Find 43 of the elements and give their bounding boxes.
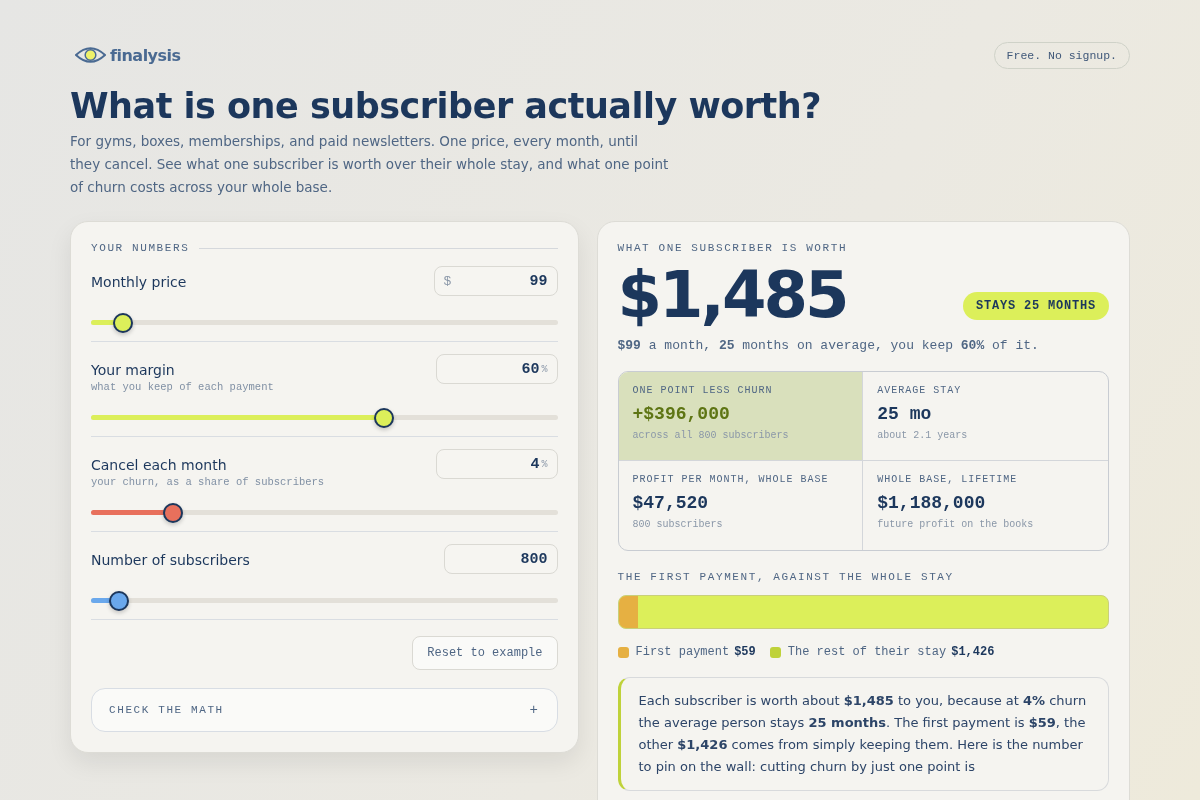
field-label: Monthly price [91, 274, 187, 290]
stat-note: about 2.1 years [877, 430, 969, 441]
section-heading: WHAT ONE SUBSCRIBER IS WORTH [617, 242, 849, 254]
section-heading: THE FIRST PAYMENT, AGAINST THE WHOLE STAY [617, 571, 955, 583]
field-hint: what you keep of each payment [91, 381, 274, 393]
legend-label: First payment [635, 645, 730, 659]
stat-value: $47,520 [632, 493, 710, 513]
field-label: Your margin [91, 362, 176, 378]
stat-value: $1,188,000 [877, 493, 987, 513]
slider-thumb[interactable] [373, 408, 394, 428]
stat-note: 800 subscribers [632, 519, 724, 530]
slider-thumb[interactable] [109, 591, 130, 611]
stat-label: WHOLE BASE, LIFETIME [877, 474, 1019, 485]
stat-note: future profit on the books [877, 519, 1035, 530]
brand-name[interactable]: finalysis [110, 45, 181, 65]
field-label: Cancel each month [91, 457, 228, 473]
page-title: What is one subscriber actually worth? [70, 86, 823, 126]
explanation-text: Each subscriber is worth about $1,485 to you, because at 4% churn the average person stays 25 months. The first payment is $59, the other $1,426 comes from simply keeping them. Here is the number to pin on the wall: cutting churn by just one point is [638, 692, 1088, 776]
stat-value: 25 mo [877, 404, 933, 424]
reset-button[interactable]: Reset to example [412, 636, 558, 670]
slider-thumb[interactable] [112, 313, 133, 333]
intro-text: For gyms, boxes, memberships, and paid newsletters. One price, every month, until they cancel. See what one subscriber is worth over their whole stay, and what one point of churn costs across your whole base. [70, 132, 670, 197]
stat-label: AVERAGE STAY [877, 385, 963, 396]
worth-value: $1,485 [617, 257, 847, 334]
eye-icon [75, 45, 106, 65]
stat-value: +$396,000 [632, 404, 731, 424]
stat-note: across all 800 subscribers [632, 430, 790, 441]
stay-badge: STAYS 25 MONTHS [962, 292, 1109, 320]
slider-thumb[interactable] [162, 503, 183, 523]
number-field[interactable]: 4% [435, 449, 558, 479]
legend-amount: $59 [734, 645, 756, 659]
stat-label: ONE POINT LESS CHURN [632, 385, 774, 396]
field-hint: your churn, as a share of subscribers [91, 476, 325, 488]
number-field[interactable]: $ 99 [433, 266, 558, 296]
stat-label: PROFIT PER MONTH, WHOLE BASE [632, 474, 830, 485]
section-heading: YOUR NUMBERS [91, 242, 190, 254]
field-label: Number of subscribers [91, 552, 250, 568]
summary-text: $99 a month, 25 months on average, you keep 60% of it. [617, 338, 1040, 353]
legend-label: The rest of their stay [787, 645, 947, 659]
number-field[interactable]: 60% [435, 354, 558, 384]
check-math-toggle[interactable]: CHECK THE MATH + [91, 688, 558, 732]
legend-amount: $1,426 [951, 645, 995, 659]
number-field[interactable]: 800 [443, 544, 558, 574]
